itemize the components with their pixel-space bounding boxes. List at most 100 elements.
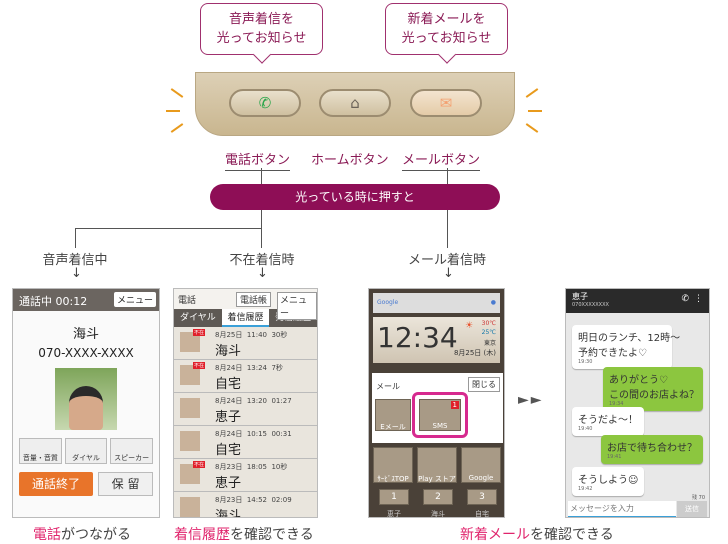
message-input[interactable] (568, 501, 676, 517)
menu-button[interactable]: メニュー (113, 292, 156, 307)
call-log-screen: 電話 電話帳 メニュー ダイヤル 着信履歴 発信履歴 不在8月25日 11:40… (173, 288, 318, 518)
caption-call: 電話がつながる (33, 524, 131, 544)
caption-text: を確認できる (530, 527, 614, 543)
dial-button[interactable]: ダイヤル (64, 438, 108, 464)
received-message: そうだよ〜！ 19:40 (572, 407, 644, 436)
mail-button[interactable]: ✉ (410, 89, 482, 117)
app-label: Eメール (380, 423, 406, 431)
email-app[interactable]: Eメール (375, 399, 411, 431)
sent-message: お店で待ち合わせ？ 19:41 (601, 435, 703, 464)
tab-dial[interactable]: ダイヤル (174, 309, 222, 327)
phone-device-bottom: ✆ ⌂ ✉ (195, 72, 515, 136)
call-icon[interactable]: ✆ (681, 294, 689, 304)
missed-badge: 不在 (193, 362, 206, 369)
contact-avatar (180, 497, 200, 517)
caller-photo (55, 368, 117, 430)
call-meta: 8月23日 14:52 02:09 (215, 496, 292, 504)
call-log-row[interactable]: 不在 8月23日 18:05 10秒恵子 (174, 459, 317, 492)
caller-number: 070-XXXX-XXXX (38, 346, 134, 360)
date: 8月25日 (木) (453, 349, 496, 357)
label-mail-button: メールボタン (402, 149, 481, 171)
down-arrow-icon: ↓ (71, 266, 82, 281)
city: 東京 (483, 340, 496, 347)
callout-voice: 音声着信を 光ってお知らせ (200, 3, 323, 55)
down-arrow-icon: ↓ (443, 266, 454, 281)
google-app[interactable]: Google (461, 447, 501, 483)
mic-icon: ● (490, 299, 496, 306)
speed-dial-1[interactable]: 1 (379, 489, 409, 505)
call-meta: 8月24日 13:24 7秒 (215, 364, 283, 372)
caption-log: 着信履歴を確認できる (174, 524, 314, 544)
hold-button[interactable]: 保 留 (98, 472, 153, 496)
clock-time: 12:34 (377, 321, 458, 354)
caption-mail: 新着メールを確認できる (460, 524, 614, 544)
phone-icon: ✆ (258, 94, 272, 112)
menu-button[interactable]: メニュー (277, 292, 317, 320)
speaker-button[interactable]: スピーカー (110, 438, 154, 464)
home-button[interactable]: ⌂ (319, 89, 391, 117)
received-message: そうしよう☺ 19:42 (572, 467, 645, 496)
glow-ray (528, 110, 542, 112)
contact-name: 恵子 (215, 410, 242, 425)
sun-icon: ☀ (465, 321, 474, 331)
received-message: 明日のランチ、12時〜 予約できたよ♡ 19:30 (572, 325, 680, 369)
speed-name: 自宅 (475, 510, 489, 518)
speed-dial-3[interactable]: 3 (467, 489, 497, 505)
search-label: Google (377, 299, 399, 306)
caption-emphasis: 着信履歴 (174, 527, 230, 543)
call-log-row[interactable]: 8月23日 14:52 02:09 海斗 (174, 492, 317, 517)
home-screen: Google ● 12:34 ☀ 30℃ 25℃ 東京 8月25日 (木) メール… (368, 288, 505, 518)
contact-name: 海斗 (215, 344, 242, 359)
caption-text: がつながる (61, 527, 131, 543)
mail-popup: メール 閉じる Eメール SMS 1 (372, 373, 503, 443)
sms-screen: 恵子 070XXXXXXXX ✆ ⋮ 明日のランチ、12時〜 予約できたよ♡ 19… (565, 288, 710, 518)
speed-dial-2[interactable]: 2 (423, 489, 453, 505)
tab-incoming[interactable]: 着信履歴 (221, 309, 270, 327)
popup-title: メール (376, 382, 400, 391)
call-meta: 8月24日 13:20 01:27 (215, 397, 292, 405)
phone-button[interactable]: ✆ (229, 89, 301, 117)
contact-avatar (180, 431, 200, 451)
sms-badge: 1 (450, 401, 459, 409)
connector (75, 228, 76, 248)
missed-badge: 不在 (193, 461, 206, 468)
label-home-button: ホームボタン (311, 153, 389, 168)
call-screen: 通話中 00:12 メニュー 海斗 070-XXXX-XXXX 音量・音質 ダイ… (12, 288, 160, 518)
caption-emphasis: 電話 (33, 527, 61, 543)
temp-high: 30℃ (481, 320, 496, 327)
mail-icon: ✉ (439, 94, 453, 112)
app-label: SMS (432, 422, 448, 430)
label-phone-button: 電話ボタン (225, 149, 291, 171)
down-arrow-icon: ↓ (257, 266, 268, 281)
end-call-button[interactable]: 通話終了 (19, 472, 94, 496)
call-meta: 8月24日 10:15 00:31 (215, 430, 292, 438)
sent-message: ありがとう♡ この間のお店よね？ 19:34 (603, 367, 703, 411)
volume-button[interactable]: 音量・音質 (19, 438, 62, 464)
sms-app[interactable]: SMS 1 (419, 399, 461, 431)
contact-name: 自宅 (215, 377, 242, 392)
caller-name: 海斗 (72, 327, 99, 342)
call-log-row[interactable]: 不在 8月25日 11:40 30秒 海斗 (174, 327, 317, 360)
call-status: 通話中 00:12 (19, 295, 88, 308)
phonebook-button[interactable]: 電話帳 (236, 292, 272, 307)
speed-name: 海斗 (431, 510, 445, 518)
char-counter: 残 70 (692, 495, 705, 501)
next-arrows: ►► (518, 392, 544, 408)
call-meta: 8月23日 18:05 10秒 (215, 463, 288, 471)
call-log-row[interactable]: 8月24日 13:20 01:27 恵子 (174, 393, 317, 426)
close-button[interactable]: 閉じる (468, 377, 500, 392)
service-top-app[interactable]: ｻｰﾋﾞｽTOP (373, 447, 413, 483)
press-when-lit-banner: 光っている時に押すと (210, 184, 500, 210)
call-log-row[interactable]: 不在 8月24日 13:24 7秒自宅 (174, 360, 317, 393)
more-icon[interactable]: ⋮ (694, 294, 703, 304)
contact-name: 恵子 (215, 476, 242, 491)
glow-ray (170, 123, 184, 133)
clock-widget: 12:34 ☀ 30℃ 25℃ 東京 8月25日 (木) (373, 317, 500, 363)
glow-ray (166, 110, 180, 112)
caption-emphasis: 新着メール (460, 527, 530, 543)
call-log-row[interactable]: 8月24日 10:15 00:31 自宅 (174, 426, 317, 459)
missed-badge: 不在 (193, 329, 206, 336)
google-search-bar[interactable]: Google ● (373, 293, 500, 313)
play-store-app[interactable]: Play ストア (417, 447, 457, 483)
send-button[interactable]: 送信 (677, 501, 707, 517)
